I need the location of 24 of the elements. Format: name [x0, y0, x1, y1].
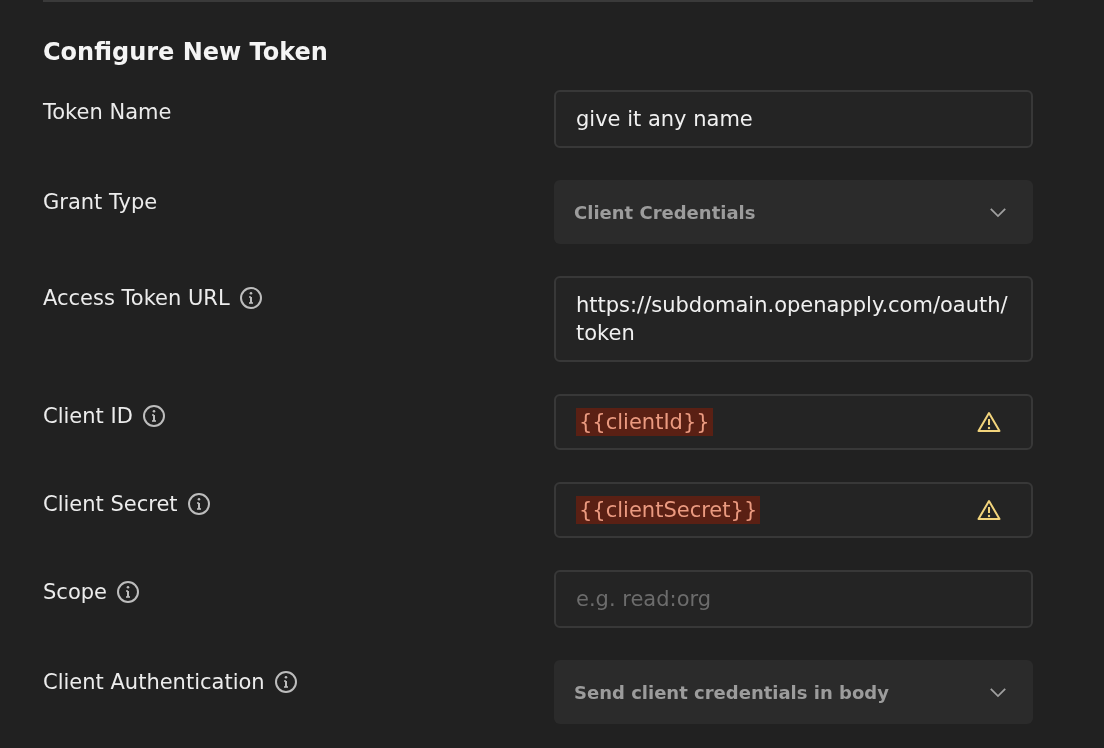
variable-token: {{clientSecret}} — [576, 496, 761, 524]
info-icon[interactable] — [141, 404, 166, 428]
info-icon[interactable] — [116, 580, 140, 604]
field-label: Client Authentication — [43, 670, 265, 694]
field-label: Grant Type — [43, 190, 158, 214]
dropdown[interactable]: Client Credentials — [554, 180, 1033, 244]
input-field[interactable]: give it any name — [554, 90, 1033, 148]
input-field[interactable]: {{clientSecret}} — [554, 482, 1033, 538]
field-label: Client ID — [43, 404, 133, 428]
chevron-down-icon — [989, 686, 1007, 698]
field-label: Access Token URL — [43, 286, 230, 310]
field-label: Scope — [43, 580, 107, 604]
variable-token: {{clientId}} — [576, 408, 713, 436]
input-field[interactable]: e.g. read:org — [554, 570, 1033, 628]
info-icon[interactable] — [186, 492, 211, 516]
dropdown[interactable]: Send client credentials in body — [554, 660, 1033, 724]
chevron-down-icon — [989, 206, 1007, 218]
input-field[interactable]: {{clientId}} — [554, 394, 1033, 450]
section-heading: Configure New Token — [43, 38, 329, 66]
input-field[interactable]: https://subdomain.openapply.com/oauth/token — [554, 276, 1033, 362]
field-label: Token Name — [43, 100, 172, 124]
info-icon[interactable] — [238, 286, 263, 310]
info-icon[interactable] — [273, 670, 298, 694]
field-label: Client Secret — [43, 492, 178, 516]
